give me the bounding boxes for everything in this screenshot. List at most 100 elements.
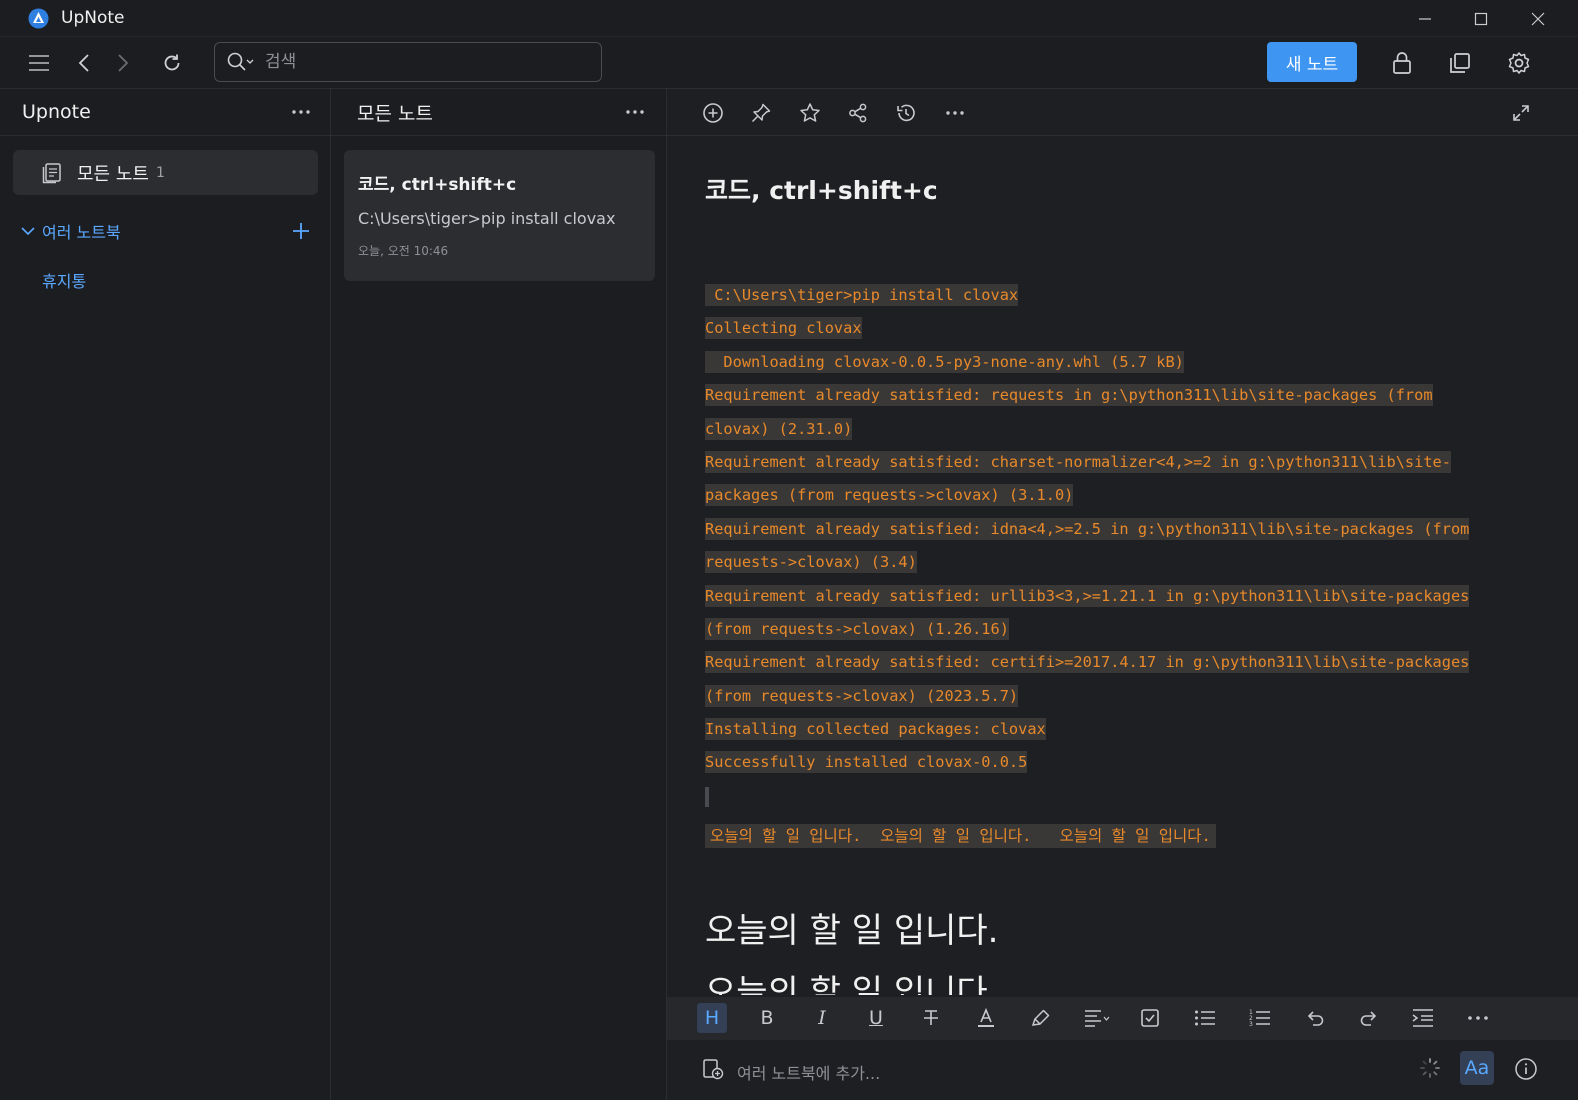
add-button[interactable]: [697, 97, 729, 129]
code-line: Installing collected packages: clovax: [705, 718, 1046, 741]
minimize-button[interactable]: [1397, 0, 1453, 37]
code-line: Requirement already satisfied: urllib3<3…: [705, 584, 1470, 607]
refresh-icon: [162, 53, 182, 73]
menu-button[interactable]: [22, 47, 56, 79]
font-settings-button[interactable]: Aa: [1460, 1051, 1494, 1085]
code-line: Collecting clovax: [705, 317, 862, 340]
text-cursor: [705, 780, 1505, 813]
checkbox-button[interactable]: [1135, 1003, 1165, 1033]
share-button[interactable]: [842, 97, 874, 129]
code-line: Requirement already satisfied: certifi>=…: [705, 651, 1470, 674]
highlighter-icon: [1031, 1008, 1051, 1028]
lock-icon: [1392, 51, 1412, 75]
sidebar-title: Upnote: [22, 101, 91, 123]
favorite-button[interactable]: [794, 97, 826, 129]
hamburger-menu-icon: [29, 54, 49, 72]
heading-line[interactable]: 오늘의 할 일 입니다.: [705, 903, 998, 952]
numbered-list-button[interactable]: 123: [1245, 1003, 1275, 1033]
sidebar-item-notebooks[interactable]: 여러 노트북: [20, 217, 310, 245]
pin-button[interactable]: [745, 97, 777, 129]
sidebar-item-all-notes[interactable]: 모든 노트 1: [13, 150, 318, 195]
maximize-button[interactable]: [1453, 0, 1509, 37]
redo-button[interactable]: [1354, 1003, 1384, 1033]
gear-icon: [1507, 51, 1531, 75]
refresh-button[interactable]: [155, 47, 189, 79]
chevron-down-icon: [20, 225, 36, 237]
strikethrough-button[interactable]: [916, 1003, 946, 1033]
note-item-date: 오늘, 오전 10:46: [358, 244, 449, 258]
heading-line[interactable]: 오늘의 할 일 입니다.: [705, 965, 998, 995]
share-icon: [847, 102, 869, 124]
note-title[interactable]: 코드, ctrl+shift+c: [705, 171, 938, 207]
add-notebook-icon[interactable]: [292, 222, 310, 240]
more-options-icon[interactable]: [292, 110, 310, 114]
undo-icon: [1305, 1008, 1325, 1028]
more-format-button[interactable]: [1463, 1003, 1493, 1033]
note-list-header: 모든 노트: [331, 89, 666, 136]
new-note-button[interactable]: 새 노트: [1267, 42, 1357, 82]
note-list-title: 모든 노트: [357, 102, 433, 125]
history-button[interactable]: [890, 97, 922, 129]
info-icon[interactable]: [1514, 1057, 1538, 1081]
code-line: Successfully installed clovax-0.0.5: [705, 751, 1028, 774]
sidebar-item-trash[interactable]: 휴지통: [42, 268, 86, 292]
note-item-preview: C:\Users\tiger>pip install clovax: [358, 209, 616, 228]
add-to-notebook-icon[interactable]: [702, 1058, 724, 1080]
note-list-item[interactable]: 코드, ctrl+shift+c C:\Users\tiger>pip inst…: [344, 150, 655, 281]
indent-button[interactable]: [1408, 1003, 1438, 1033]
code-line: (from requests->clovax) (2023.5.7): [705, 684, 1019, 707]
copy-window-icon: [1449, 52, 1471, 74]
more-options-icon[interactable]: [626, 110, 644, 114]
more-options-icon: [946, 111, 964, 115]
code-line: Requirement already satisfied: charset-n…: [705, 450, 1451, 473]
search-input[interactable]: [265, 52, 565, 72]
text-color-button[interactable]: [971, 1003, 1001, 1033]
code-line: requests->clovax) (3.4): [705, 551, 917, 574]
search-box[interactable]: [214, 42, 602, 82]
more-button[interactable]: [939, 97, 971, 129]
chevron-left-icon: [78, 53, 90, 73]
editor-scrollbar[interactable]: [1568, 136, 1578, 996]
note-editor: 코드, ctrl+shift+c C:\Users\tiger>pip inst…: [667, 89, 1578, 1100]
sidebar-header: Upnote: [0, 89, 330, 136]
lock-button[interactable]: [1385, 47, 1419, 79]
italic-button[interactable]: I: [807, 1003, 837, 1033]
expand-button[interactable]: [1505, 97, 1537, 129]
text-color-icon: [976, 1008, 996, 1028]
indent-icon: [1412, 1008, 1434, 1028]
undo-button[interactable]: [1300, 1003, 1330, 1033]
forward-button[interactable]: [106, 47, 140, 79]
notebooks-label: 여러 노트북: [42, 223, 121, 242]
bullet-list-icon: [1194, 1008, 1216, 1028]
upnote-logo-icon: [28, 8, 49, 29]
underline-button[interactable]: U: [861, 1003, 891, 1033]
heading-button[interactable]: H: [697, 1003, 727, 1033]
title-bar: UpNote: [0, 0, 1578, 37]
new-window-button[interactable]: [1443, 47, 1477, 79]
editor-footer: 여러 노트북에 추가... Aa: [667, 1040, 1578, 1100]
add-to-notebook-field[interactable]: 여러 노트북에 추가...: [737, 1060, 880, 1084]
close-icon: [1531, 12, 1545, 26]
bold-button[interactable]: B: [752, 1003, 782, 1033]
maximize-icon: [1474, 12, 1488, 26]
code-line: Downloading clovax-0.0.5-py3-none-any.wh…: [705, 350, 1184, 373]
svg-text:3: 3: [1249, 1021, 1253, 1028]
code-line: clovax) (2.31.0): [705, 417, 853, 440]
main-toolbar: 새 노트: [0, 37, 1578, 89]
code-line: Requirement already satisfied: idna<4,>=…: [705, 517, 1470, 540]
star-icon: [799, 102, 821, 124]
redo-icon: [1359, 1008, 1379, 1028]
checkbox-icon: [1140, 1008, 1160, 1028]
back-button[interactable]: [67, 47, 101, 79]
search-icon: [227, 52, 255, 72]
align-button[interactable]: [1080, 1003, 1114, 1033]
inline-code[interactable]: 오늘의 할 일 입니다. 오늘의 할 일 입니다. 오늘의 할 일 입니다.: [705, 824, 1216, 848]
code-block[interactable]: C:\Users\tiger>pip install clovax Collec…: [705, 279, 1505, 813]
minimize-icon: [1418, 12, 1432, 26]
notes-icon: [41, 162, 63, 184]
history-icon: [895, 102, 917, 124]
bullet-list-button[interactable]: [1190, 1003, 1220, 1033]
highlight-button[interactable]: [1026, 1003, 1056, 1033]
close-window-button[interactable]: [1510, 0, 1566, 37]
settings-button[interactable]: [1502, 47, 1536, 79]
